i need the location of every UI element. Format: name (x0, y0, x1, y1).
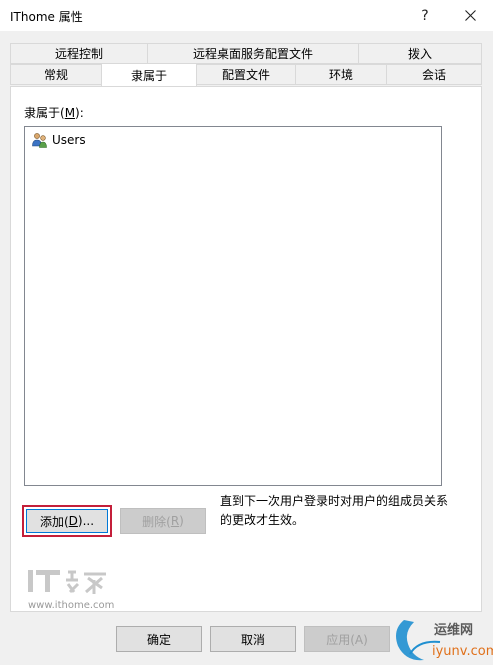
group-icon (32, 133, 47, 148)
apply-button[interactable]: 应用(A) (304, 626, 390, 652)
ok-button[interactable]: 确定 (116, 626, 202, 652)
add-button-highlight (22, 505, 112, 537)
ithome-logo-mark (28, 570, 106, 594)
tab-label: 环境 (328, 68, 353, 82)
help-button[interactable]: ? (402, 0, 448, 31)
window-title: IThome 属性 (10, 10, 83, 24)
tab-label: 会话 (421, 68, 446, 82)
tab-environment[interactable]: 环境 (295, 64, 387, 85)
cancel-label: 取消 (240, 632, 265, 647)
tab-label: 隶属于 (130, 68, 167, 83)
close-icon (464, 10, 476, 21)
cancel-button[interactable]: 取消 (210, 626, 296, 652)
tab-label: 常规 (43, 68, 68, 82)
tab-label: 远程控制 (54, 47, 103, 61)
member-of-list[interactable]: Users (24, 126, 442, 486)
iyunv-line2: iyunv.com (432, 644, 493, 659)
tab-label: 拨入 (407, 47, 432, 61)
iyunv-watermark: 运维网 iyunv.com (390, 612, 493, 665)
tab-dial-in[interactable]: 拨入 (358, 43, 482, 64)
properties-dialog: IThome 属性 ? 远程控制 远程桌面服务配置文件 拨入 常规 隶属于 配置… (0, 0, 493, 665)
ithome-logo (28, 566, 118, 599)
tab-remote-control[interactable]: 远程控制 (10, 43, 148, 64)
tab-general[interactable]: 常规 (10, 64, 102, 85)
tab-member-of[interactable]: 隶属于 (101, 63, 197, 86)
iyunv-logo-mark: 运维网 iyunv.com (396, 620, 493, 661)
membership-note: 直到下一次用户登录时对用户的组成员关系的更改才生效。 (220, 494, 449, 527)
help-icon: ? (421, 7, 429, 24)
ithome-url: www.ithome.com (28, 600, 115, 611)
tab-rds-profile[interactable]: 远程桌面服务配置文件 (147, 43, 359, 64)
tab-profile[interactable]: 配置文件 (196, 64, 296, 85)
close-button[interactable] (447, 0, 493, 31)
apply-label: 应用(A) (326, 632, 368, 647)
member-of-label: 隶属于(M): (24, 106, 84, 120)
title-bar: IThome 属性 ? (0, 0, 493, 31)
tab-sessions[interactable]: 会话 (386, 64, 482, 85)
remove-button[interactable]: 删除(R) (120, 508, 206, 534)
ok-label: 确定 (146, 632, 171, 647)
list-item[interactable]: Users (31, 132, 86, 148)
tab-label: 配置文件 (221, 68, 270, 82)
iyunv-line1: 运维网 (434, 622, 473, 638)
tab-label: 远程桌面服务配置文件 (192, 47, 313, 61)
group-name: Users (52, 133, 86, 147)
